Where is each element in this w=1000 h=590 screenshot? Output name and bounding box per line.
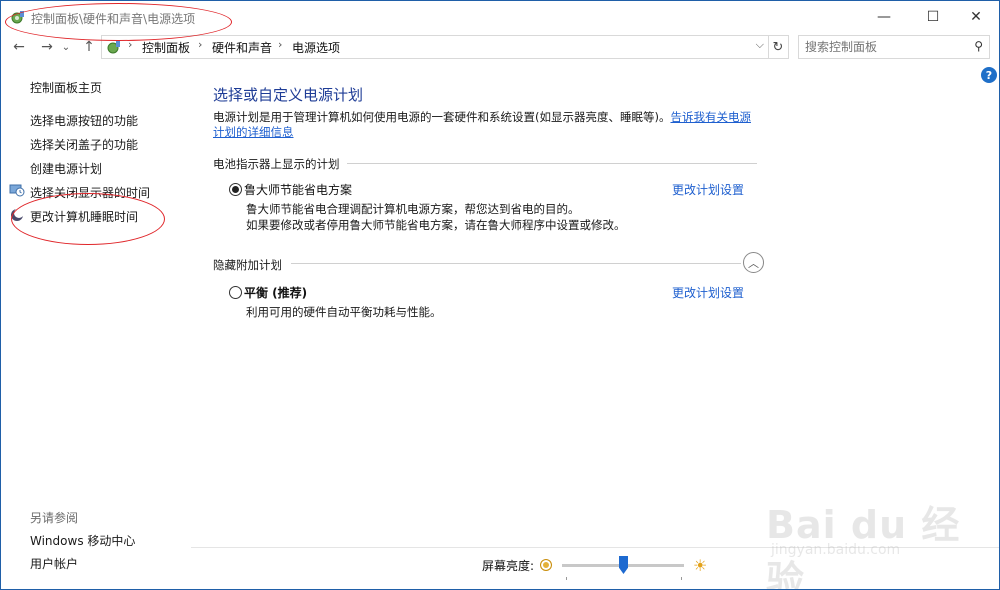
sidebar-item-display-off[interactable]: 选择关闭显示器的时间	[30, 184, 150, 201]
address-dropdown-icon[interactable]: ⌵	[756, 38, 764, 52]
see-also-mobility-center[interactable]: Windows 移动中心	[30, 532, 135, 549]
collapse-chevron-icon[interactable]: ︿	[743, 252, 764, 273]
search-icon[interactable]: ⚲	[974, 39, 983, 53]
maximize-button[interactable]: ☐	[910, 1, 956, 33]
section-divider	[291, 263, 741, 264]
watermark-url: jingyan.baidu.com	[771, 542, 901, 558]
close-button[interactable]: ✕	[953, 1, 999, 33]
plan-radio-ludashi[interactable]	[229, 183, 242, 196]
control-panel-icon	[107, 41, 120, 54]
page-description: 电源计划是用于管理计算机如何使用电源的一套硬件和系统设置(如显示器亮度、睡眠等)…	[213, 110, 758, 140]
page-title: 选择或自定义电源计划	[213, 86, 364, 104]
breadcrumb-separator: ›	[198, 38, 203, 51]
baidu-watermark: Bai du 经验 jingyan.baidu.com	[766, 494, 966, 589]
breadcrumb-control-panel[interactable]: 控制面板	[142, 39, 190, 56]
back-arrow-icon[interactable]: ←	[9, 37, 29, 57]
help-icon[interactable]: ?	[981, 67, 997, 83]
battery-section-heading: 电池指示器上显示的计划	[213, 157, 340, 171]
section-divider	[347, 163, 757, 164]
bright-sun-icon: ☀	[693, 556, 708, 575]
plan-name-ludashi[interactable]: 鲁大师节能省电方案	[244, 181, 352, 198]
address-bar[interactable]: › 控制面板 › 硬件和声音 › 电源选项 ⌵	[101, 35, 769, 59]
monitor-clock-icon	[9, 184, 25, 197]
window-title: 控制面板\硬件和声音\电源选项	[31, 12, 196, 26]
hidden-plans-heading: 隐藏附加计划	[213, 258, 282, 272]
change-plan-settings-link[interactable]: 更改计划设置	[672, 181, 744, 198]
dim-sun-icon	[540, 559, 552, 571]
breadcrumb-separator: ›	[128, 38, 133, 51]
brightness-slider-thumb[interactable]	[619, 556, 628, 574]
breadcrumb-power-options[interactable]: 电源选项	[292, 39, 340, 56]
plan-description: 利用可用的硬件自动平衡功耗与性能。	[246, 305, 442, 319]
plan-name-balanced[interactable]: 平衡 (推荐)	[244, 284, 307, 301]
title-bar: 控制面板\硬件和声音\电源选项 — ☐ ✕	[1, 1, 999, 33]
slider-tick	[566, 577, 567, 580]
power-options-icon	[11, 11, 24, 24]
sidebar-item-lid[interactable]: 选择关闭盖子的功能	[30, 136, 138, 153]
sidebar-item-create-plan[interactable]: 创建电源计划	[30, 160, 102, 177]
slider-tick	[681, 577, 682, 580]
sidebar-home-link[interactable]: 控制面板主页	[30, 79, 102, 96]
breadcrumb-hardware-sound[interactable]: 硬件和声音	[212, 39, 272, 56]
minimize-button[interactable]: —	[861, 1, 907, 33]
see-also-heading: 另请参阅	[30, 511, 79, 525]
change-plan-settings-link[interactable]: 更改计划设置	[672, 284, 744, 301]
control-panel-window: 控制面板\硬件和声音\电源选项 — ☐ ✕ ← → ⌄ ↑ › 控制面板 › 硬…	[0, 0, 1000, 590]
refresh-icon[interactable]: ↻	[768, 35, 789, 59]
breadcrumb-separator: ›	[278, 38, 283, 51]
plan-description: 鲁大师节能省电合理调配计算机电源方案，帮您达到省电的目的。	[246, 202, 580, 216]
see-also-user-accounts[interactable]: 用户帐户	[30, 555, 78, 572]
sidebar-item-power-button[interactable]: 选择电源按钮的功能	[30, 112, 138, 129]
search-input[interactable]	[805, 38, 965, 55]
forward-arrow-icon[interactable]: →	[37, 37, 57, 57]
plan-description: 如果要修改或者停用鲁大师节能省电方案，请在鲁大师程序中设置或修改。	[246, 218, 626, 232]
brightness-label: 屏幕亮度:	[482, 559, 535, 573]
plan-radio-balanced[interactable]	[229, 286, 242, 299]
search-box[interactable]: ⚲	[798, 35, 990, 59]
description-text: 电源计划是用于管理计算机如何使用电源的一套硬件和系统设置(如显示器亮度、睡眠等)…	[213, 110, 671, 124]
recent-locations-icon[interactable]: ⌄	[59, 37, 73, 57]
moon-icon	[11, 208, 24, 221]
navigation-bar: ← → ⌄ ↑ › 控制面板 › 硬件和声音 › 电源选项 ⌵ ↻ ⚲	[1, 35, 999, 59]
sidebar-item-sleep-time[interactable]: 更改计算机睡眠时间	[30, 208, 138, 225]
up-arrow-icon[interactable]: ↑	[79, 37, 99, 57]
